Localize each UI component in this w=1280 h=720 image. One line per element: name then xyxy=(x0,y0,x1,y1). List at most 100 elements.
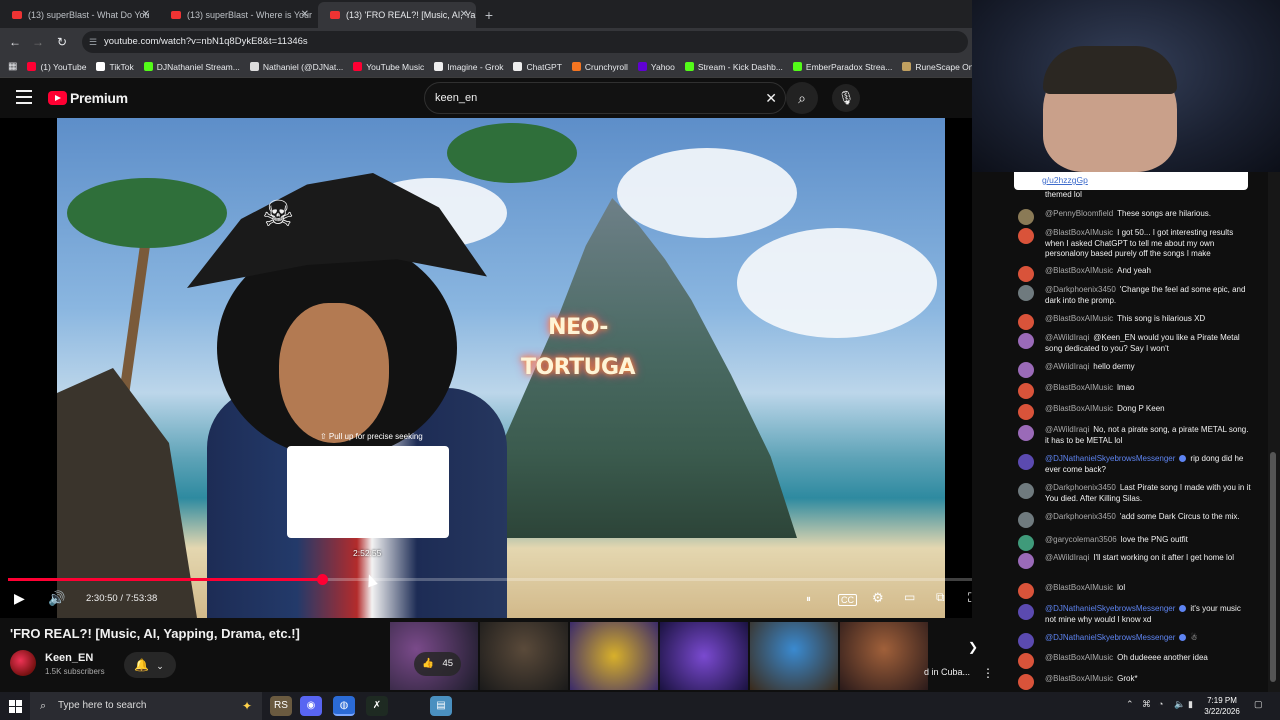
microphone-tray-icon[interactable]: ▮ xyxy=(1188,699,1193,710)
runescape-app-icon[interactable]: RS xyxy=(270,696,292,716)
chat-avatar[interactable] xyxy=(1018,553,1034,569)
chat-author[interactable]: @PennyBloomfield xyxy=(1045,209,1113,218)
bookmark-item[interactable]: DJNathaniel Stream... xyxy=(143,62,240,72)
chat-avatar[interactable] xyxy=(1018,674,1034,690)
chat-avatar[interactable] xyxy=(1018,266,1034,282)
address-bar[interactable]: ☰ youtube.com/watch?v=nbN1q8DykE8&t=1134… xyxy=(82,31,968,53)
streamlabs-app-icon[interactable]: ✗ xyxy=(366,696,388,716)
menu-icon[interactable] xyxy=(16,90,32,106)
chat-author[interactable]: @AWildIraqi xyxy=(1045,333,1089,342)
chat-author[interactable]: @AWildIraqi xyxy=(1045,425,1089,434)
pause-autoplay-icon[interactable]: ⏸ xyxy=(806,594,811,605)
taskbar-search-input[interactable]: ⌕ Type here to search ✦ xyxy=(30,692,262,720)
browser-tab-2[interactable]: (13) superBlast - Where is Your ✕ xyxy=(159,2,317,28)
chat-avatar[interactable] xyxy=(1018,604,1034,620)
browser-tab-1[interactable]: (13) superBlast - What Do You ✕ xyxy=(0,2,158,28)
bookmark-item[interactable]: Stream - Kick Dashb... xyxy=(684,62,783,72)
bookmark-item[interactable]: Crunchyroll xyxy=(571,62,628,72)
chat-author[interactable]: @BlastBoxAIMusic xyxy=(1045,383,1113,392)
search-input[interactable]: keen_en ✕ xyxy=(424,82,786,114)
notepad-app-icon[interactable]: ▤ xyxy=(430,696,452,716)
discord-app-icon[interactable]: ◉ xyxy=(300,696,322,716)
fullscreen-icon[interactable]: ⛶ xyxy=(968,590,972,606)
pinned-message-link[interactable]: g/u2hzzgGp xyxy=(1014,172,1248,190)
chat-author[interactable]: @BlastBoxAIMusic xyxy=(1045,674,1113,683)
close-tab-icon[interactable]: ✕ xyxy=(142,2,150,28)
chevron-up-icon[interactable]: ⌃ xyxy=(1126,699,1134,710)
system-clock[interactable]: 7:19 PM 3/22/2026 xyxy=(1198,695,1246,717)
apps-grid-icon[interactable]: ▦ xyxy=(8,61,17,72)
like-button[interactable]: 👍 45 xyxy=(414,652,462,676)
progress-bar[interactable] xyxy=(8,574,972,585)
chat-avatar[interactable] xyxy=(1018,512,1034,528)
chat-avatar[interactable] xyxy=(1018,285,1034,301)
chat-author[interactable]: @BlastBoxAIMusic xyxy=(1045,404,1113,413)
settings-gear-icon[interactable]: ⚙ xyxy=(872,590,884,606)
chat-avatar[interactable] xyxy=(1018,653,1034,669)
reload-icon[interactable]: ↻ xyxy=(52,32,72,52)
chat-avatar[interactable] xyxy=(1018,483,1034,499)
chat-author[interactable]: @BlastBoxAIMusic xyxy=(1045,266,1113,275)
chat-author[interactable]: @Darkphoenix3450 xyxy=(1045,285,1116,294)
chrome-app-icon[interactable]: ◍ xyxy=(333,696,355,716)
youtube-logo[interactable]: Premium xyxy=(48,90,128,106)
chat-author[interactable]: @DJNathanielSkyebrowsMessenger xyxy=(1045,633,1175,642)
chat-avatar[interactable] xyxy=(1018,314,1034,330)
chat-author[interactable]: @Darkphoenix3450 xyxy=(1045,512,1116,521)
bookmark-item[interactable]: Yahoo xyxy=(637,62,675,72)
theater-mode-icon[interactable]: ▭ xyxy=(904,590,915,604)
back-arrow-icon[interactable]: ← xyxy=(5,32,25,52)
captions-icon[interactable]: CC xyxy=(838,594,857,606)
chat-avatar[interactable] xyxy=(1018,633,1034,649)
chat-scrollbar-thumb[interactable] xyxy=(1270,452,1276,682)
play-icon[interactable]: ▶ xyxy=(14,590,25,607)
bookmark-item[interactable]: ChatGPT xyxy=(513,62,562,72)
chat-author[interactable]: @BlastBoxAIMusic xyxy=(1045,583,1113,592)
channel-name[interactable]: Keen_EN xyxy=(45,652,93,664)
chat-author[interactable]: @garycoleman3506 xyxy=(1045,535,1117,544)
clear-search-icon[interactable]: ✕ xyxy=(765,83,777,113)
chat-author[interactable]: @DJNathanielSkyebrowsMessenger xyxy=(1045,454,1175,463)
more-options-icon[interactable]: ⋮ xyxy=(982,666,994,680)
search-icon[interactable]: ⌕ xyxy=(786,82,818,114)
chat-avatar[interactable] xyxy=(1018,228,1034,244)
chat-author[interactable]: @Darkphoenix3450 xyxy=(1045,483,1116,492)
cast-icon[interactable]: ⧉ xyxy=(936,590,945,605)
chat-avatar[interactable] xyxy=(1018,333,1034,349)
bookmark-item[interactable]: TikTok xyxy=(96,62,134,72)
scrubber-handle[interactable] xyxy=(316,574,328,585)
video-player[interactable]: NEO-TORTUGA ☠ ⇧ Pull up for precise seek… xyxy=(0,118,972,618)
network-icon[interactable]: ⌘ xyxy=(1142,699,1151,710)
chat-author[interactable]: @BlastBoxAIMusic xyxy=(1045,653,1113,662)
site-info-icon[interactable]: ☰ xyxy=(89,31,97,53)
channel-avatar[interactable] xyxy=(10,650,36,676)
browser-tab-3-active[interactable]: (13) 'FRO REAL?! [Music, AI, Yap ✕ xyxy=(318,2,476,28)
bookmark-item[interactable]: YouTube Music xyxy=(353,62,424,72)
chat-author[interactable]: @AWildIraqi xyxy=(1045,553,1089,562)
chat-author[interactable]: @DJNathanielSkyebrowsMessenger xyxy=(1045,604,1175,613)
chat-avatar[interactable] xyxy=(1018,583,1034,599)
notification-bell-button[interactable]: 🔔 ⌄ xyxy=(124,652,176,678)
bookmark-item[interactable]: Imagine - Grok xyxy=(434,62,503,72)
chat-author[interactable]: @BlastBoxAIMusic xyxy=(1045,314,1113,323)
chevron-right-icon[interactable]: ❯ xyxy=(968,640,978,654)
chat-avatar[interactable] xyxy=(1018,383,1034,399)
chat-author[interactable]: @BlastBoxAIMusic xyxy=(1045,228,1113,237)
chat-avatar[interactable] xyxy=(1018,209,1034,225)
volume-icon[interactable]: 🔊 xyxy=(48,590,65,607)
related-video-title[interactable]: d in Cuba... xyxy=(924,667,970,677)
forward-arrow-icon[interactable]: → xyxy=(28,32,48,52)
notifications-icon[interactable]: ▢ xyxy=(1254,699,1263,710)
bookmark-item[interactable]: (1) YouTube xyxy=(27,62,86,72)
chat-avatar[interactable] xyxy=(1018,404,1034,420)
close-tab-icon[interactable]: ✕ xyxy=(460,2,468,28)
microphone-icon[interactable]: 🎙 xyxy=(832,84,860,112)
chat-avatar[interactable] xyxy=(1018,535,1034,551)
chat-avatar[interactable] xyxy=(1018,425,1034,441)
chat-avatar[interactable] xyxy=(1018,362,1034,378)
bookmark-item[interactable]: Nathaniel (@DJNat... xyxy=(249,62,343,72)
windows-start-icon[interactable] xyxy=(0,692,30,720)
speaker-icon[interactable]: 🔈 xyxy=(1174,699,1185,710)
new-tab-button[interactable]: + xyxy=(477,2,501,28)
close-tab-icon[interactable]: ✕ xyxy=(301,2,309,28)
